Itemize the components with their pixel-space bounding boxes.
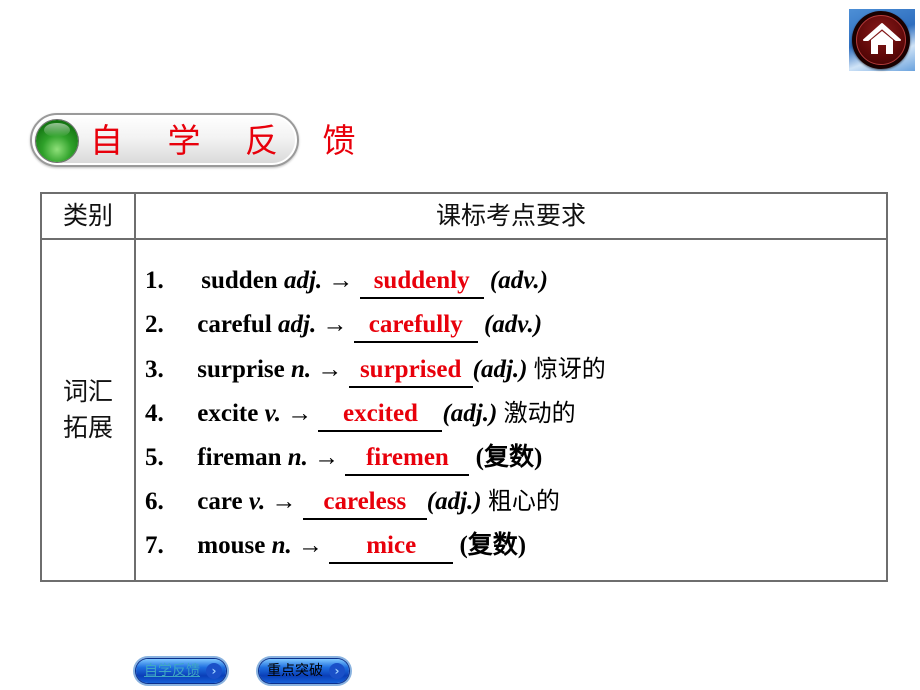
green-orb-icon <box>36 120 78 162</box>
vocab-item: 7. mouse n. → mice (复数) <box>145 526 526 566</box>
item-number: 3. <box>145 356 164 383</box>
vocab-table: 类别 课标考点要求 词汇 拓展 1. sudden adj. → suddenl… <box>40 192 888 582</box>
header-divider <box>42 238 886 240</box>
section-title-badge: 自 学 反 馈 <box>30 113 355 167</box>
item-target: (adj.) <box>472 356 528 383</box>
answer-blank: surprised <box>348 356 473 388</box>
item-word: care <box>197 488 243 515</box>
item-word: mouse <box>197 532 266 559</box>
vocab-item: 1. sudden adj. → suddenly (adv.) <box>145 261 548 301</box>
item-pos: v. <box>264 400 281 427</box>
answer-blank: carefully <box>353 311 478 343</box>
item-meaning: 激动的 <box>503 399 576 427</box>
answer-text: careless <box>323 488 407 515</box>
vocab-item: 3. surprise n. → surprised (adj.) 惊讶的 <box>145 349 606 389</box>
item-target: (复数) <box>459 532 527 559</box>
answer-blank: suddenly <box>359 267 484 299</box>
item-pos: n. <box>291 356 312 383</box>
home-button[interactable] <box>849 9 915 71</box>
item-number: 2. <box>145 311 164 338</box>
nav-button-label: 自学反馈 <box>144 663 200 679</box>
vocab-item: 4. excite v. → excited (adj.) 激动的 <box>145 393 576 433</box>
item-word: excite <box>197 400 259 427</box>
nav-button-self-study-feedback[interactable]: 自学反馈 › <box>136 659 226 683</box>
item-number: 4. <box>145 400 164 427</box>
nav-button-key-points[interactable]: 重点突破 › <box>259 659 349 683</box>
header-category: 类别 <box>62 201 113 230</box>
category-cell: 词汇 拓展 <box>42 240 134 580</box>
arrow: → <box>328 267 354 294</box>
vocab-item: 5. fireman n. → firemen (复数) <box>145 438 542 478</box>
item-target: (复数) <box>475 444 543 471</box>
vocab-item: 2. careful adj. → carefully (adv.) <box>145 305 542 345</box>
item-target: (adj.) <box>442 400 498 427</box>
column-divider <box>134 194 136 580</box>
answer-text: excited <box>343 400 418 427</box>
item-word: sudden <box>201 267 278 294</box>
answer-text: carefully <box>368 311 463 338</box>
category-line-1: 词汇 <box>62 377 113 406</box>
answer-text: mice <box>366 532 417 559</box>
answer-blank: excited <box>318 400 443 432</box>
item-target: (adv.) <box>483 311 543 338</box>
section-title: 自 学 反 馈 <box>90 121 373 160</box>
item-target: (adj.) <box>426 488 482 515</box>
arrow: → <box>322 311 348 338</box>
arrow: → <box>287 400 313 427</box>
item-number: 1. <box>145 267 164 294</box>
nav-button-label: 重点突破 <box>267 663 323 679</box>
item-target: (adv.) <box>489 267 548 294</box>
answer-text: firemen <box>365 444 449 471</box>
item-pos: n. <box>287 444 308 471</box>
item-number: 6. <box>145 488 164 515</box>
item-word: surprise <box>197 356 285 383</box>
arrow: → <box>271 488 297 515</box>
arrow: → <box>314 444 340 471</box>
answer-blank: mice <box>329 532 454 564</box>
answer-text: surprised <box>359 356 462 383</box>
item-word: fireman <box>197 444 282 471</box>
header-requirements: 课标考点要求 <box>435 201 586 230</box>
category-line-2: 拓展 <box>62 413 113 442</box>
item-number: 5. <box>145 444 164 471</box>
item-pos: adj. <box>278 311 317 338</box>
item-number: 7. <box>145 532 164 559</box>
chevron-right-icon: › <box>206 663 222 679</box>
item-pos: adj. <box>283 267 323 294</box>
answer-text: suddenly <box>373 267 470 294</box>
answer-blank: careless <box>302 488 427 520</box>
item-pos: v. <box>248 488 266 515</box>
answer-blank: firemen <box>345 444 470 476</box>
vocab-item: 6. care v. → careless (adj.) 粗心的 <box>145 481 560 521</box>
home-icon <box>863 23 901 54</box>
arrow: → <box>317 356 343 383</box>
item-meaning: 粗心的 <box>487 487 560 515</box>
item-meaning: 惊讶的 <box>533 355 606 383</box>
chevron-right-icon: › <box>329 663 345 679</box>
item-pos: n. <box>271 532 292 559</box>
item-word: careful <box>197 311 272 338</box>
arrow: → <box>297 532 323 559</box>
